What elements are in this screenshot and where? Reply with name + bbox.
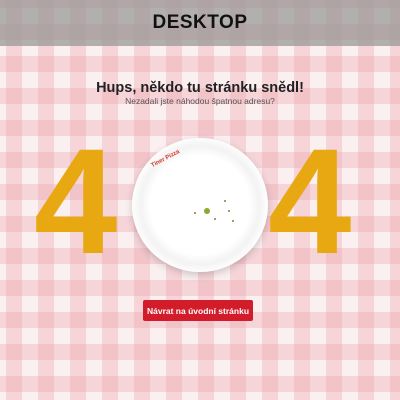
error-subheading: Nezadali jste náhodou špatnou adresu? (125, 96, 275, 106)
topbar-title: DESKTOP (152, 12, 248, 33)
empty-plate-image: Tiner Pizza (132, 138, 268, 272)
plate-logo: Tiner Pizza (150, 149, 181, 169)
pea-crumb (204, 208, 210, 214)
back-to-homepage-button[interactable]: Návrat na úvodní stránku (143, 300, 253, 321)
crumb (194, 212, 196, 214)
error-heading: Hups, někdo tu stránku snědl! (96, 80, 304, 96)
crumb (224, 200, 226, 202)
crumb (232, 220, 234, 222)
crumb (214, 218, 216, 220)
error-digit-right: 4 (268, 117, 352, 285)
error-digit-left: 4 (34, 117, 118, 285)
crumb (228, 210, 230, 212)
top-bar: DESKTOP (0, 0, 400, 46)
